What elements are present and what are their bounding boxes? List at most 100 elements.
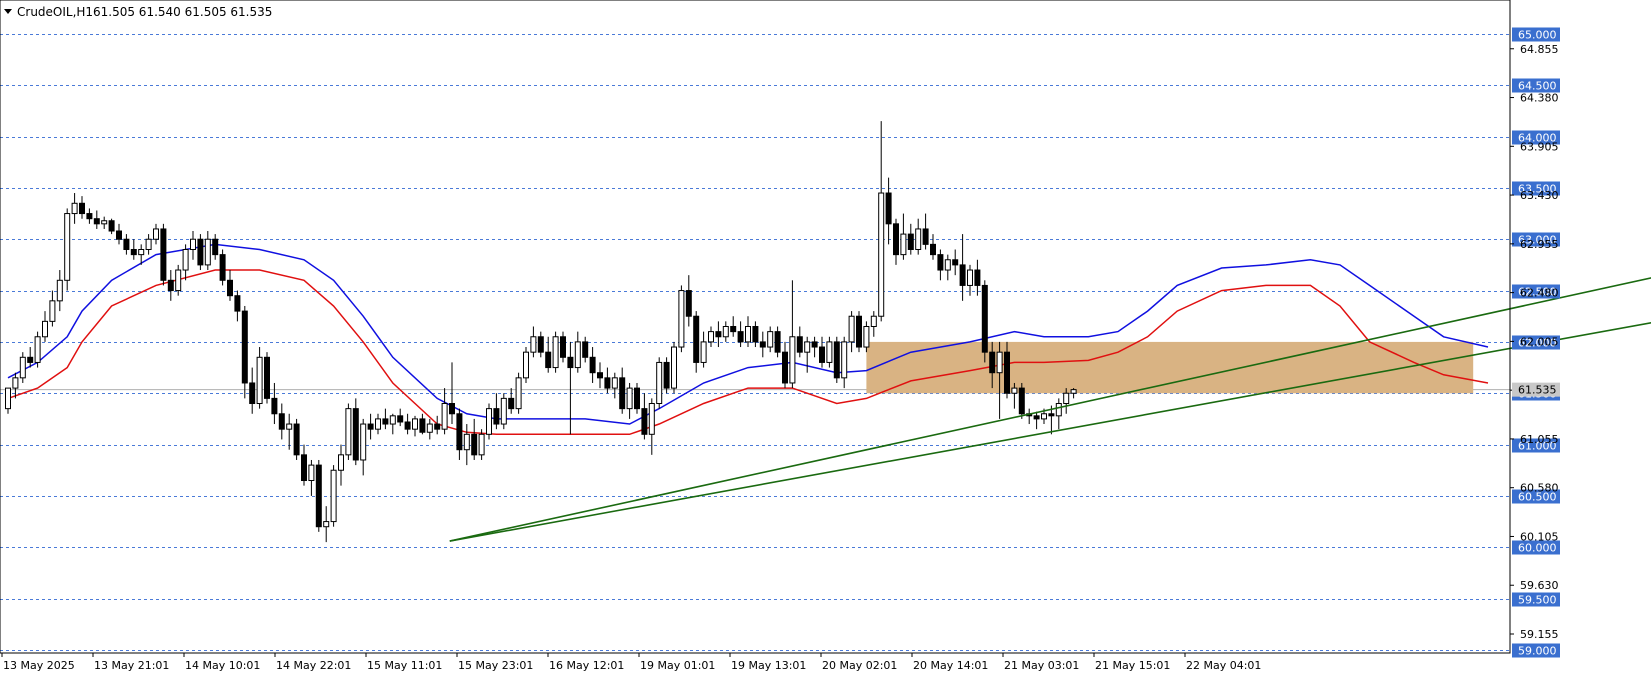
candle[interactable]	[330, 465, 337, 527]
candle-body	[648, 403, 655, 435]
candle[interactable]	[219, 249, 226, 286]
candle-body	[345, 408, 352, 456]
candle[interactable]	[315, 459, 322, 532]
candle[interactable]	[64, 208, 71, 291]
candle-body	[301, 454, 307, 482]
candle-body	[789, 336, 796, 384]
time-tick-label: 20 May 14:01	[913, 659, 988, 672]
candle-body	[937, 254, 944, 271]
candle-body	[175, 269, 182, 292]
time-tick-label: 22 May 04:01	[1186, 659, 1261, 672]
price-level-label: 59.500	[1518, 594, 1557, 607]
chart-header: CrudeOIL,H1 61.505 61.540 61.505 61.535	[4, 5, 272, 19]
candle-body	[71, 202, 78, 215]
candle[interactable]	[293, 418, 300, 460]
candle[interactable]	[486, 403, 492, 440]
candle[interactable]	[1018, 382, 1025, 419]
candle-body	[375, 418, 381, 430]
candle-body	[515, 377, 522, 410]
candle[interactable]	[500, 393, 507, 430]
supply-demand-zone[interactable]	[866, 341, 1474, 394]
candle[interactable]	[678, 285, 685, 353]
candle-body	[204, 238, 211, 266]
candle[interactable]	[833, 336, 840, 383]
candle[interactable]	[197, 234, 204, 271]
candle-body	[271, 397, 278, 415]
candle-body	[463, 433, 470, 451]
price-tick-label: 62.955	[1520, 238, 1559, 251]
candle-body	[552, 336, 559, 369]
candle-body	[611, 377, 618, 389]
candle-body	[523, 351, 529, 379]
candle[interactable]	[264, 352, 270, 404]
candle-body	[767, 331, 774, 348]
candle[interactable]	[856, 311, 862, 353]
candle-body	[708, 331, 714, 343]
candle[interactable]	[552, 331, 559, 373]
candle-body	[190, 238, 196, 250]
candle-body	[582, 341, 589, 358]
symbol-title: CrudeOIL,H1	[17, 5, 93, 19]
candle-body	[782, 351, 788, 384]
candle-body	[167, 279, 174, 292]
candle-body	[64, 213, 71, 281]
time-tick-label: 20 May 02:01	[822, 659, 897, 672]
candle-body	[856, 315, 862, 348]
candle-body	[323, 521, 330, 528]
candle-body	[49, 300, 56, 322]
time-tick-label: 21 May 15:01	[1095, 659, 1170, 672]
candle-body	[930, 243, 936, 256]
price-tick-label: 62.005	[1520, 335, 1559, 348]
candle-body	[286, 423, 293, 430]
time-tick-label: 13 May 21:01	[94, 659, 169, 672]
price-tick-label: 59.155	[1520, 628, 1559, 641]
candle[interactable]	[352, 398, 359, 466]
price-zone-box[interactable]	[866, 341, 1474, 394]
candle-body	[826, 341, 833, 363]
candle-body	[5, 387, 11, 410]
candle[interactable]	[671, 341, 677, 394]
candle-body	[123, 238, 130, 250]
candle-body	[967, 269, 973, 286]
candle-body	[848, 315, 855, 343]
candle[interactable]	[345, 403, 352, 460]
candle-body	[86, 213, 93, 220]
time-tick-label: 19 May 01:01	[640, 659, 715, 672]
candle-body	[597, 372, 603, 379]
candle-body	[360, 423, 367, 461]
candle-body	[1011, 387, 1018, 394]
candle-body	[796, 336, 803, 353]
price-tick-label: 62.480	[1520, 287, 1559, 300]
candle[interactable]	[981, 280, 988, 363]
price-tick-label: 64.380	[1520, 92, 1559, 105]
candle-body	[456, 413, 463, 451]
candle[interactable]	[34, 331, 41, 368]
candle[interactable]	[663, 357, 670, 394]
candle-body	[404, 421, 411, 430]
candle-body	[730, 326, 737, 333]
price-level-label: 59.000	[1518, 645, 1557, 658]
candle[interactable]	[656, 357, 663, 409]
price-tick-label: 63.430	[1520, 189, 1559, 202]
candle-body	[338, 454, 344, 471]
candle-body	[1018, 387, 1025, 415]
candle[interactable]	[515, 372, 522, 414]
price-chart[interactable]: 65.00064.50064.00063.50063.00062.50062.0…	[0, 0, 1651, 682]
candle-body	[145, 238, 152, 250]
candle-body	[241, 310, 248, 384]
candle-body	[922, 228, 929, 245]
candle-body	[678, 290, 685, 348]
candle-body	[981, 284, 988, 353]
candle[interactable]	[523, 347, 529, 383]
candle-body	[989, 351, 996, 374]
candle-body	[545, 351, 552, 369]
candle-body	[811, 341, 818, 348]
candle-body	[863, 326, 870, 348]
candle[interactable]	[160, 223, 167, 286]
candle-body	[278, 413, 285, 430]
candle-body	[752, 326, 759, 343]
candle-body	[900, 233, 907, 256]
candle-body	[1063, 392, 1070, 405]
candle-body	[774, 331, 781, 353]
candle-body	[116, 230, 122, 240]
